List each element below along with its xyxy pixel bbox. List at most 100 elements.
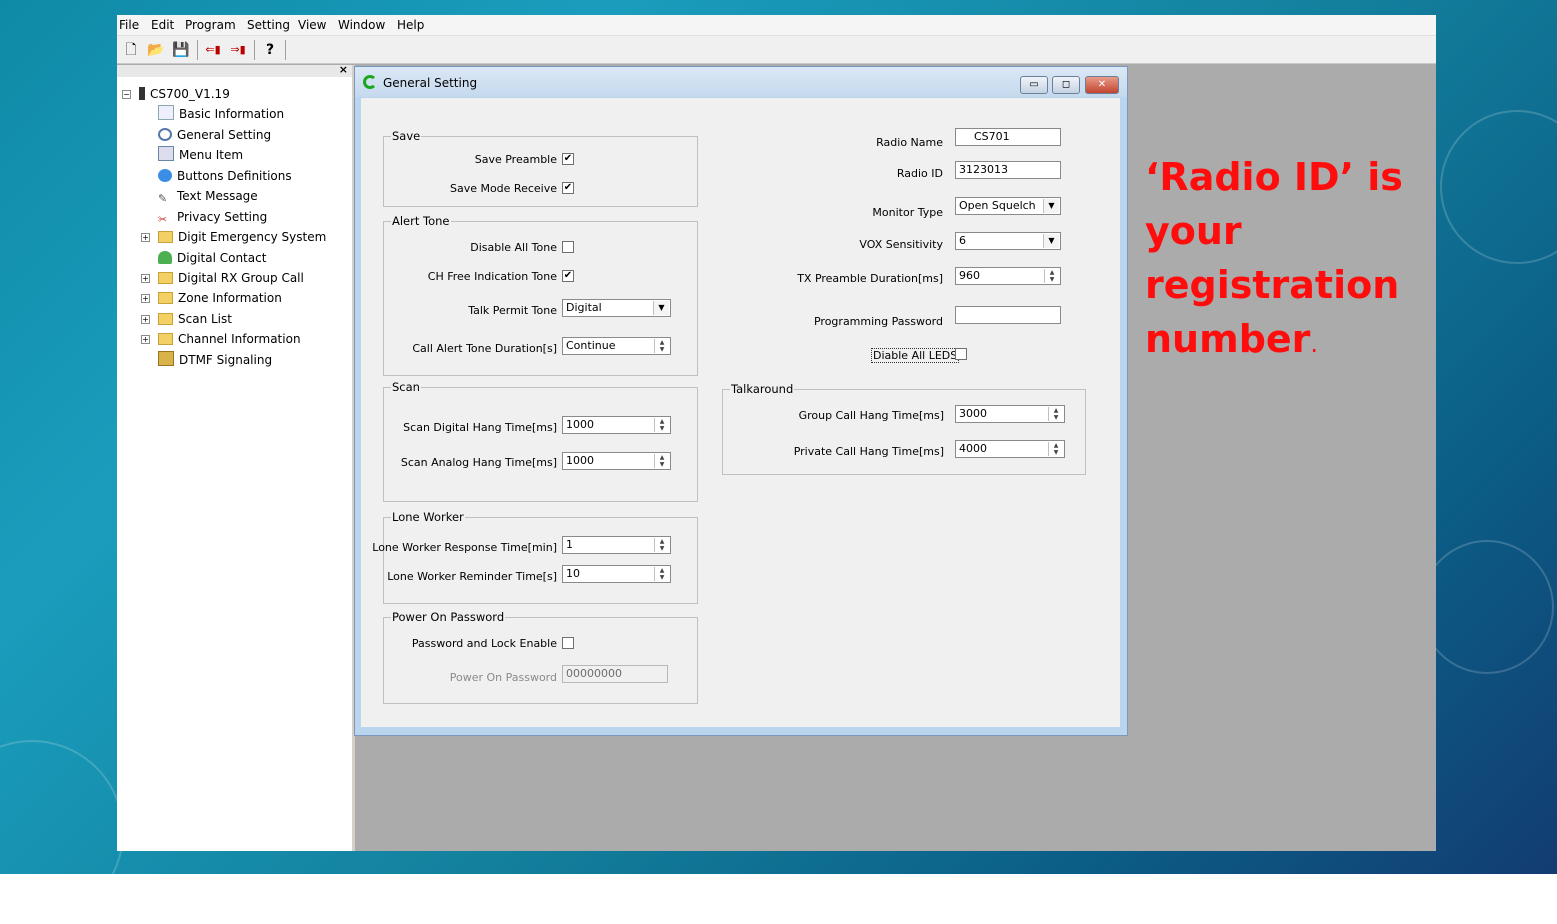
collapse-icon[interactable]: − [122, 90, 131, 99]
ch-free-tone-checkbox[interactable]: ✔ [562, 270, 574, 282]
spinner-value: Continue [566, 339, 616, 352]
spinner-arrows-icon[interactable]: ▲ ▼ [654, 339, 669, 353]
save-mode-receive-label: Save Mode Receive [449, 182, 557, 195]
tree-item-basic-information[interactable]: Basic Information [158, 105, 284, 123]
expand-icon[interactable]: + [141, 315, 150, 324]
close-button[interactable]: ✕ [1085, 76, 1119, 94]
spinner-value: 1000 [566, 418, 594, 431]
menu-view[interactable]: View [298, 18, 326, 32]
read-radio-icon[interactable]: ⇐▮ [203, 40, 223, 60]
group-call-hang-spinner[interactable]: 3000 ▲ ▼ [955, 405, 1065, 423]
tree-item-channel-information[interactable]: Channel Information [158, 330, 301, 348]
minimize-button[interactable]: ▭ [1020, 76, 1048, 94]
tree-item-scan-list[interactable]: Scan List [158, 310, 232, 328]
save-icon[interactable]: 💾 [171, 40, 191, 60]
spinner-arrows-icon[interactable]: ▲ ▼ [654, 538, 669, 552]
programming-password-field[interactable] [955, 306, 1061, 324]
menu-window[interactable]: Window [338, 18, 385, 32]
tree-item-label: Basic Information [179, 107, 285, 121]
chevron-down-icon[interactable]: ▼ [653, 301, 669, 315]
spinner-arrows-icon[interactable]: ▲ ▼ [654, 567, 669, 581]
chevron-down-icon[interactable]: ▼ [1043, 234, 1059, 248]
toolbar-separator [285, 40, 286, 60]
spinner-arrows-icon[interactable]: ▲ ▼ [1048, 407, 1063, 421]
app-logo-icon [363, 75, 377, 89]
radio-id-field[interactable]: 3123013 [955, 161, 1061, 179]
talk-permit-tone-select[interactable]: Digital ▼ [562, 299, 671, 317]
menu-setting[interactable]: Setting [247, 18, 290, 32]
tree-item-label: Scan List [178, 312, 232, 326]
spinner-arrows-icon[interactable]: ▲ ▼ [654, 418, 669, 432]
disable-all-leds-checkbox[interactable] [955, 348, 967, 360]
tree-item-digit-emergency-system[interactable]: Digit Emergency System [158, 228, 326, 246]
privacy-icon: ✂ [158, 213, 168, 226]
group-label: Talkaround [730, 382, 795, 396]
save-preamble-checkbox[interactable]: ✔ [562, 153, 574, 165]
radio-name-field[interactable]: CS701 [955, 128, 1061, 146]
private-call-hang-spinner[interactable]: 4000 ▲ ▼ [955, 440, 1065, 458]
menu-program[interactable]: Program [185, 18, 236, 32]
folder-icon [158, 292, 173, 304]
expand-icon[interactable]: + [141, 335, 150, 344]
tree-item-label: Buttons Definitions [177, 169, 292, 183]
menu-help[interactable]: Help [397, 18, 424, 32]
folder-icon [158, 231, 173, 243]
menu-file[interactable]: File [119, 18, 139, 32]
lone-worker-reminder-spinner[interactable]: 10 ▲ ▼ [562, 565, 671, 583]
disable-all-tone-checkbox[interactable] [562, 241, 574, 253]
password-lock-enable-label: Password and Lock Enable [411, 637, 557, 650]
alert-tone-group: Alert Tone Disable All Tone CH Free Indi… [383, 214, 698, 376]
settings-form: Save Save Preamble ✔ Save Mode Receive ✔… [361, 98, 1120, 727]
disable-all-leds-label: Diable All LEDS [871, 348, 960, 363]
tx-preamble-spinner[interactable]: 960 ▲ ▼ [955, 267, 1061, 285]
vox-sensitivity-select[interactable]: 6 ▼ [955, 232, 1061, 250]
scan-digital-hang-spinner[interactable]: 1000 ▲ ▼ [562, 416, 671, 434]
expand-icon[interactable]: + [141, 274, 150, 283]
tree-item-digital-rx-group-call[interactable]: Digital RX Group Call [158, 269, 304, 287]
close-icon[interactable]: × [339, 63, 348, 76]
spinner-arrows-icon[interactable]: ▲ ▼ [1048, 442, 1063, 456]
select-value: 6 [959, 234, 966, 247]
password-lock-enable-checkbox[interactable] [562, 637, 574, 649]
tree-root-label: CS700_V1.19 [150, 87, 230, 101]
window-title: General Setting [383, 76, 478, 90]
call-alert-duration-label: Call Alert Tone Duration[s] [412, 342, 557, 355]
write-radio-icon[interactable]: ⇒▮ [228, 40, 248, 60]
monitor-type-select[interactable]: Open Squelch ▼ [955, 197, 1061, 215]
radio-icon [139, 87, 145, 100]
help-icon[interactable]: ? [260, 40, 280, 60]
spinner-arrows-icon[interactable]: ▲ ▼ [654, 454, 669, 468]
tree-root[interactable]: CS700_V1.19 [139, 85, 230, 103]
new-file-icon[interactable]: 🗋 [121, 40, 141, 60]
tree-item-zone-information[interactable]: Zone Information [158, 289, 282, 307]
tree-item-privacy-setting[interactable]: ✂ Privacy Setting [158, 208, 267, 226]
lone-worker-response-spinner[interactable]: 1 ▲ ▼ [562, 536, 671, 554]
maximize-button[interactable]: ◻ [1052, 76, 1080, 94]
window-title-bar[interactable]: General Setting ▭ ◻ ✕ [355, 67, 1127, 97]
expand-icon[interactable]: + [141, 294, 150, 303]
annotation-word: number [1145, 317, 1311, 361]
annotation-dot: . [1310, 330, 1319, 358]
expand-icon[interactable]: + [141, 233, 150, 242]
tree-item-dtmf-signaling[interactable]: DTMF Signaling [158, 351, 272, 369]
menu-edit-icon [158, 146, 174, 161]
spinner-arrows-icon[interactable]: ▲ ▼ [1044, 269, 1059, 283]
scan-analog-hang-spinner[interactable]: 1000 ▲ ▼ [562, 452, 671, 470]
open-folder-icon[interactable]: 📂 [146, 40, 166, 60]
scan-analog-hang-label: Scan Analog Hang Time[ms] [400, 456, 557, 469]
call-alert-duration-spinner[interactable]: Continue ▲ ▼ [562, 337, 671, 355]
tree-item-general-setting[interactable]: General Setting [158, 126, 271, 144]
chevron-down-icon[interactable]: ▼ [1043, 199, 1059, 213]
tree-item-digital-contact[interactable]: Digital Contact [158, 249, 266, 267]
tree-item-buttons-definitions[interactable]: Buttons Definitions [158, 167, 292, 185]
tree-item-menu-item[interactable]: Menu Item [158, 146, 243, 164]
save-mode-receive-checkbox[interactable]: ✔ [562, 182, 574, 194]
menu-bar: File Edit Program Setting View Window He… [117, 15, 1436, 36]
group-label: Save [391, 129, 422, 143]
disable-all-tone-label: Disable All Tone [470, 241, 557, 254]
menu-edit[interactable]: Edit [151, 18, 174, 32]
folder-icon [158, 272, 173, 284]
tree-item-label: Digital Contact [177, 251, 267, 265]
navigation-tree: × − CS700_V1.19 Basic Information Genera… [117, 63, 355, 851]
tree-item-text-message[interactable]: ✎ Text Message [158, 187, 258, 205]
